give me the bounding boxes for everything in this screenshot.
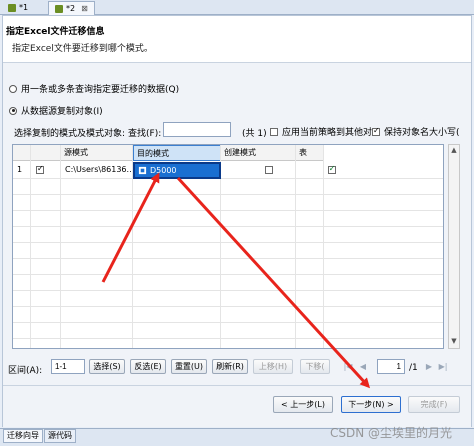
- apply-strategy-label: 应用当前策略到其他对: [282, 128, 373, 138]
- page-description: 指定Excel文件要迁移到哪个模式。: [12, 44, 153, 54]
- invert-selection-button[interactable]: 反选(E): [130, 359, 166, 374]
- keep-case-option[interactable]: 保持对象名大小写(: [372, 125, 460, 138]
- grid-line: [13, 210, 443, 211]
- grid-line: [13, 338, 443, 339]
- row-number-header: [13, 145, 31, 161]
- tab-1[interactable]: *1: [2, 1, 34, 14]
- range-input[interactable]: [51, 359, 85, 374]
- query-option[interactable]: 用一条或多条查询指定要迁移的数据(Q): [9, 82, 179, 95]
- select-button[interactable]: 选择(S): [89, 359, 125, 374]
- target-schema-value: D5000: [150, 165, 177, 175]
- query-radio[interactable]: [9, 84, 17, 93]
- create-schema-checkbox[interactable]: [264, 166, 273, 174]
- reset-button[interactable]: 重置(U): [171, 359, 207, 374]
- copy-radio[interactable]: [9, 106, 17, 115]
- migration-icon: [55, 4, 63, 13]
- object-count: (共 1): [242, 129, 267, 139]
- previous-page-icon[interactable]: ◀: [358, 362, 368, 372]
- grid-line: [13, 242, 443, 243]
- schema-table[interactable]: 源模式 目的模式 创建模式 表 1 X C:\Users\86136... D5…: [12, 144, 444, 349]
- grid-line: [13, 274, 443, 275]
- refresh-button[interactable]: 刷新(R): [212, 359, 248, 374]
- scroll-down-icon[interactable]: ▼: [450, 337, 458, 347]
- row-number: 1: [17, 165, 23, 174]
- tab-2[interactable]: *2 ⊠: [48, 1, 95, 15]
- move-down-button[interactable]: 下移(: [300, 359, 330, 374]
- tab-migration-wizard[interactable]: 迁移向导: [3, 429, 43, 443]
- checkbox-header: [31, 145, 61, 161]
- table-checkbox[interactable]: [327, 164, 336, 174]
- tab-1-label: *1: [19, 3, 29, 12]
- grid-line: [13, 178, 443, 179]
- close-icon[interactable]: ⊠: [81, 2, 88, 15]
- migration-icon: [8, 3, 16, 12]
- tab-2-label: *2: [66, 4, 76, 13]
- source-cell[interactable]: X C:\Users\86136...: [63, 163, 131, 177]
- source-path: C:\Users\86136...: [65, 165, 131, 174]
- tab-source-code[interactable]: 源代码: [44, 429, 76, 443]
- page-total: /1: [409, 363, 418, 373]
- grid-line: [30, 145, 31, 348]
- target-schema-cell[interactable]: D5000: [133, 162, 221, 179]
- grid-line: [295, 145, 296, 348]
- apply-strategy-checkbox[interactable]: [270, 127, 278, 136]
- next-page-icon[interactable]: ▶: [424, 362, 434, 372]
- copy-option[interactable]: 从数据源复制对象(I): [9, 104, 103, 117]
- finish-button[interactable]: 完成(F): [408, 396, 460, 413]
- grid-line: [13, 322, 443, 323]
- divider: [3, 385, 471, 386]
- copy-option-label: 从数据源复制对象(I): [21, 107, 103, 117]
- keep-case-checkbox[interactable]: [372, 126, 380, 136]
- apply-strategy-option[interactable]: 应用当前策略到其他对: [270, 125, 372, 138]
- column-header-source[interactable]: 源模式: [61, 145, 133, 161]
- table-scrollbar[interactable]: ▲ ▼: [448, 144, 460, 349]
- page-input[interactable]: [377, 359, 405, 374]
- grid-line: [13, 258, 443, 259]
- search-label: 查找(F):: [128, 129, 162, 139]
- last-page-icon[interactable]: ▶|: [438, 362, 448, 372]
- page-title: 指定Excel文件迁移信息: [6, 27, 105, 37]
- search-input[interactable]: [163, 122, 231, 137]
- column-header-create-schema[interactable]: 创建模式: [221, 145, 296, 161]
- grid-line: [60, 145, 61, 348]
- query-option-label: 用一条或多条查询指定要迁移的数据(Q): [21, 85, 180, 95]
- grid-line: [13, 290, 443, 291]
- first-page-icon[interactable]: |◀: [343, 362, 353, 372]
- scroll-up-icon[interactable]: ▲: [450, 146, 458, 156]
- grid-line: [323, 145, 324, 348]
- select-instruction: 选择复制的模式及模式对象:: [14, 129, 126, 139]
- move-up-button[interactable]: 上移(H): [253, 359, 293, 374]
- watermark: CSDN @尘埃里的月光: [330, 426, 453, 440]
- grid-line: [13, 194, 443, 195]
- grid-line: [13, 226, 443, 227]
- column-header-table[interactable]: 表: [296, 145, 324, 161]
- column-header-target[interactable]: 目的模式: [133, 145, 221, 161]
- next-step-button[interactable]: 下一步(N) >: [341, 396, 401, 413]
- range-label: 区间(A):: [8, 366, 43, 376]
- row-select-checkbox[interactable]: [36, 164, 44, 174]
- keep-case-label: 保持对象名大小写(: [384, 128, 460, 138]
- grid-line: [13, 306, 443, 307]
- previous-step-button[interactable]: < 上一步(L): [273, 396, 333, 413]
- database-icon: [138, 166, 147, 175]
